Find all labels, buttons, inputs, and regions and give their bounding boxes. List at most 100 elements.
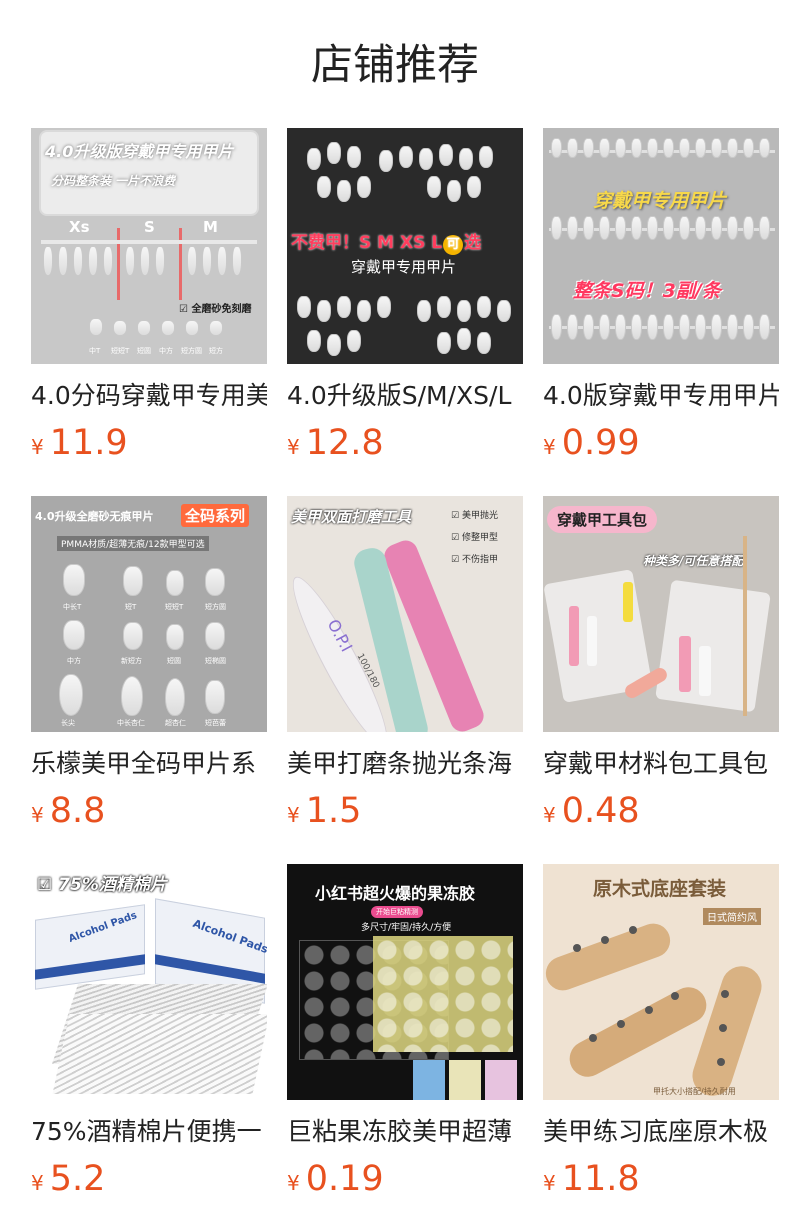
price-value: 12.8: [305, 423, 384, 463]
product-price: ¥12.8: [287, 419, 523, 467]
image-banner: 美甲双面打磨工具: [291, 508, 412, 526]
shape-label: 短椭圆: [205, 657, 226, 665]
wood-base: [563, 980, 713, 1084]
image-subtext: 分码整条装 一片不浪费: [51, 174, 176, 188]
image-badge: 开始巨粘精测: [371, 906, 423, 918]
price-value: 11.8: [561, 1159, 640, 1199]
product-price: ¥0.48: [543, 787, 779, 835]
product-name[interactable]: 4.0分码穿戴甲专用美: [31, 376, 267, 416]
image-banner: 不费甲！S M XS L可选: [291, 233, 482, 255]
product-price: ¥5.2: [31, 1155, 267, 1203]
wood-base: [687, 961, 767, 1100]
shape-label: 短短T: [111, 347, 130, 355]
product-card[interactable]: 小红书超火爆的果冻胶 开始巨粘精测 多尺寸/牢固/持久/方便 巨粘果冻胶美甲超薄…: [287, 864, 523, 1203]
shape-label: 中长杏仁: [117, 719, 145, 727]
product-image[interactable]: ☑ 75%酒精棉片 Alcohol Pads Alcohol Pads: [31, 864, 267, 1100]
product-image[interactable]: 不费甲！S M XS L可选 穿戴甲专用甲片: [287, 128, 523, 364]
shape-label: 短圆: [167, 657, 181, 665]
product-card[interactable]: 美甲双面打磨工具 ☑ 美甲抛光 ☑ 修整甲型 ☑ 不伤指甲 O.P.I 100/…: [287, 496, 523, 835]
shape-label: 短圆: [137, 347, 151, 355]
image-banner: 原木式底座套装: [593, 878, 727, 900]
currency-symbol: ¥: [31, 435, 44, 459]
product-card[interactable]: 穿戴甲工具包 种类多/可任意搭配 穿戴甲材料包工具包 ¥0.48: [543, 496, 779, 835]
image-footnote: 甲托大小搭配/持久耐用: [653, 1087, 736, 1096]
product-name[interactable]: 穿戴甲材料包工具包: [543, 744, 779, 784]
product-price: ¥8.8: [31, 787, 267, 835]
product-name[interactable]: 美甲打磨条抛光条海: [287, 744, 523, 784]
shape-label: 短方圆: [205, 603, 226, 611]
image-banner: 4.0升级版穿戴甲专用甲片: [45, 142, 234, 161]
check-label: ☑ 修整甲型: [451, 533, 498, 543]
shape-label: 短短T: [165, 603, 184, 611]
size-label: M: [203, 218, 218, 236]
product-price: ¥0.99: [543, 419, 779, 467]
product-card[interactable]: 4.0升级版穿戴甲专用甲片 分码整条装 一片不浪费 Xs S M ☑ 全磨砂免刻…: [31, 128, 267, 467]
product-image[interactable]: 穿戴甲工具包 种类多/可任意搭配: [543, 496, 779, 732]
image-badge: 全码系列: [181, 504, 250, 527]
image-banner: 穿戴甲工具包: [547, 506, 658, 533]
product-card[interactable]: 原木式底座套装 日式简约风 甲托大小搭配/持久耐用 美甲练习底座原木极 ¥11.…: [543, 864, 779, 1203]
image-banner: 4.0升级全磨砂无痕甲片: [35, 510, 154, 523]
image-subtext: 整条S码！3副/条: [573, 280, 721, 302]
product-image[interactable]: 4.0升级全磨砂无痕甲片 全码系列 PMMA材质/超薄无痕/12款甲型可选 中长…: [31, 496, 267, 732]
product-price: ¥11.9: [31, 419, 267, 467]
shape-label: 短芭蕾: [205, 719, 226, 727]
image-banner: 穿戴甲专用甲片: [593, 190, 727, 212]
price-value: 5.2: [49, 1159, 106, 1199]
currency-symbol: ¥: [287, 803, 300, 827]
product-name[interactable]: 4.0版穿戴甲专用甲片: [543, 376, 779, 416]
wood-base: [543, 918, 675, 996]
check-label: ☑ 全磨砂免刻磨: [179, 304, 252, 315]
product-price: ¥1.5: [287, 787, 523, 835]
currency-symbol: ¥: [543, 435, 556, 459]
size-label: S: [144, 218, 155, 236]
shape-label: 短方: [209, 347, 223, 355]
price-value: 0.48: [561, 791, 640, 831]
product-image[interactable]: 美甲双面打磨工具 ☑ 美甲抛光 ☑ 修整甲型 ☑ 不伤指甲 O.P.I 100/…: [287, 496, 523, 732]
price-value: 0.99: [561, 423, 640, 463]
currency-symbol: ¥: [287, 1171, 300, 1195]
product-card[interactable]: 穿戴甲专用甲片 整条S码！3副/条 4.0版穿戴甲专用甲片 ¥0.99: [543, 128, 779, 467]
check-label: ☑ 不伤指甲: [451, 555, 498, 565]
image-banner: ☑ 75%酒精棉片: [37, 875, 167, 895]
image-subtext: 多尺寸/牢固/持久/方便: [361, 923, 452, 933]
price-value: 1.5: [305, 791, 362, 831]
price-value: 0.19: [305, 1159, 384, 1199]
product-image[interactable]: 小红书超火爆的果冻胶 开始巨粘精测 多尺寸/牢固/持久/方便: [287, 864, 523, 1100]
section-title: 店铺推荐: [310, 40, 479, 89]
image-subtext: 种类多/可任意搭配: [643, 554, 744, 568]
product-image[interactable]: 穿戴甲专用甲片 整条S码！3副/条: [543, 128, 779, 364]
check-label: ☑ 美甲抛光: [451, 511, 498, 521]
product-card[interactable]: 4.0升级全磨砂无痕甲片 全码系列 PMMA材质/超薄无痕/12款甲型可选 中长…: [31, 496, 267, 835]
image-subtext: PMMA材质/超薄无痕/12款甲型可选: [57, 536, 209, 551]
currency-symbol: ¥: [31, 803, 44, 827]
image-subtext: 穿戴甲专用甲片: [351, 258, 457, 276]
price-value: 8.8: [49, 791, 106, 831]
currency-symbol: ¥: [287, 435, 300, 459]
product-name[interactable]: 乐檬美甲全码甲片系: [31, 744, 267, 784]
shape-label: 长尖: [61, 719, 75, 727]
shape-label: 短方圆: [181, 347, 202, 355]
product-name[interactable]: 美甲练习底座原木极: [543, 1112, 779, 1152]
currency-symbol: ¥: [543, 803, 556, 827]
shape-label: 中长T: [63, 603, 82, 611]
product-price: ¥0.19: [287, 1155, 523, 1203]
size-label: Xs: [69, 218, 90, 236]
price-value: 11.9: [49, 423, 128, 463]
product-card[interactable]: 不费甲！S M XS L可选 穿戴甲专用甲片 4.0升级版S/M/XS/L ¥1…: [287, 128, 523, 467]
shape-label: 中方: [159, 347, 173, 355]
shape-label: 短T: [125, 603, 137, 611]
product-image[interactable]: 原木式底座套装 日式简约风 甲托大小搭配/持久耐用: [543, 864, 779, 1100]
product-price: ¥11.8: [543, 1155, 779, 1203]
product-image[interactable]: 4.0升级版穿戴甲专用甲片 分码整条装 一片不浪费 Xs S M ☑ 全磨砂免刻…: [31, 128, 267, 364]
shape-label: 中方: [67, 657, 81, 665]
product-name[interactable]: 巨粘果冻胶美甲超薄: [287, 1112, 523, 1152]
shape-label: 超杏仁: [165, 719, 186, 727]
product-name[interactable]: 4.0升级版S/M/XS/L: [287, 376, 523, 416]
shape-label: 新短方: [121, 657, 142, 665]
image-subtext: 日式简约风: [703, 908, 761, 925]
product-name[interactable]: 75%酒精棉片便携一: [31, 1112, 267, 1152]
product-card[interactable]: ☑ 75%酒精棉片 Alcohol Pads Alcohol Pads 75%酒…: [31, 864, 267, 1203]
currency-symbol: ¥: [543, 1171, 556, 1195]
image-banner: 小红书超火爆的果冻胶: [315, 884, 476, 903]
